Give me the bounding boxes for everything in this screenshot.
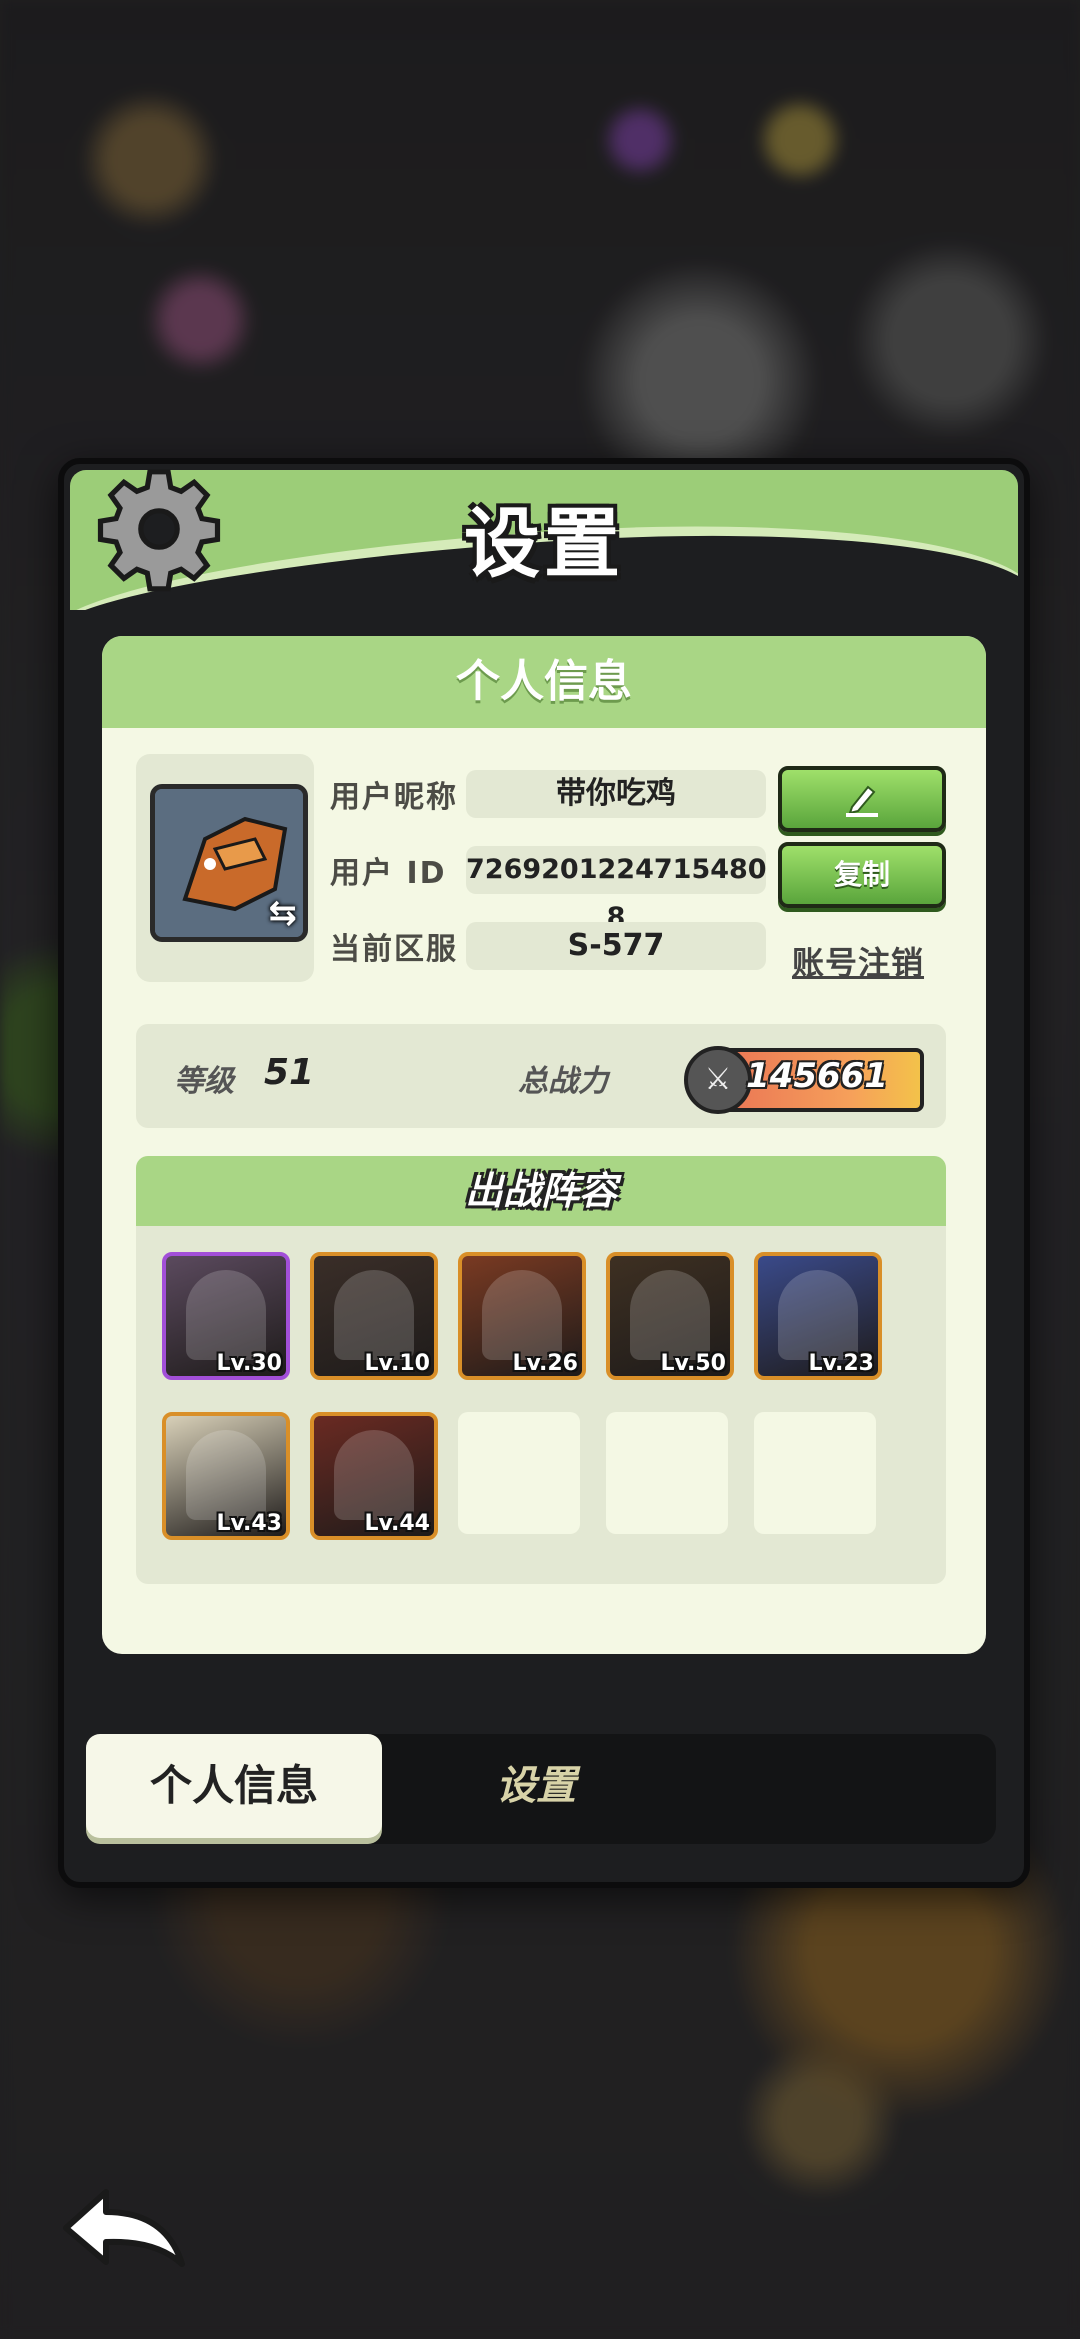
hero-level: Lv.26 [512, 1351, 578, 1376]
level-label: 等级 [174, 1064, 234, 1099]
settings-modal: 设置 个人信息 ⇆ 用户昵称 带你吃鸡 用户 ID 72692012247154… [58, 458, 1030, 1888]
personal-info-panel: 个人信息 ⇆ 用户昵称 带你吃鸡 用户 ID 7269201224715480​… [102, 636, 986, 1654]
modal-title: 设置 [464, 499, 624, 588]
tab-settings[interactable]: 设置 [386, 1734, 686, 1838]
edit-nickname-button[interactable] [778, 766, 946, 832]
hero-slot[interactable]: Lv.50 [606, 1252, 734, 1380]
battle-lineup: 出战阵容 Lv.30 Lv.10 Lv.26 Lv.50 Lv.23 Lv.43 Lv.44 [136, 1156, 946, 1584]
nickname-label: 用户昵称 [330, 780, 458, 815]
power-badge: ⚔ 145661 [684, 1046, 924, 1114]
empty-hero-slot[interactable] [754, 1412, 876, 1534]
hero-level: Lv.44 [364, 1511, 430, 1536]
nickname-value: 带你吃鸡 [466, 770, 766, 818]
hero-portrait [482, 1270, 562, 1360]
id-value: 7269201224715480​8 [466, 846, 767, 933]
hero-portrait [630, 1270, 710, 1360]
tab-personal-info[interactable]: 个人信息 [86, 1734, 382, 1838]
hero-portrait [334, 1430, 414, 1520]
hero-portrait [186, 1430, 266, 1520]
hero-level: Lv.50 [660, 1351, 726, 1376]
pencil-icon [846, 785, 878, 817]
profile-card: ⇆ [136, 754, 314, 982]
lineup-header: 出战阵容 [136, 1156, 946, 1226]
hero-slot[interactable]: Lv.44 [310, 1412, 438, 1540]
hero-portrait [778, 1270, 858, 1360]
hero-portrait [186, 1270, 266, 1360]
id-label: 用户 ID [330, 856, 447, 891]
hero-slot[interactable]: Lv.23 [754, 1252, 882, 1380]
hero-level: Lv.30 [216, 1351, 282, 1376]
hero-portrait [334, 1270, 414, 1360]
server-value: S-577 [466, 922, 766, 970]
tab-bar: 个人信息 设置 [86, 1734, 996, 1844]
hero-slot[interactable]: Lv.30 [162, 1252, 290, 1380]
copy-button[interactable]: 复制 [778, 842, 946, 908]
empty-hero-slot[interactable] [458, 1412, 580, 1534]
avatar[interactable]: ⇆ [150, 784, 308, 942]
account-cancel-link[interactable]: 账号注销 [792, 938, 924, 984]
swap-icon[interactable]: ⇆ [269, 893, 298, 933]
hero-slot[interactable]: Lv.26 [458, 1252, 586, 1380]
crossed-swords-icon: ⚔ [684, 1046, 752, 1114]
server-label: 当前区服 [330, 932, 458, 967]
back-arrow-icon[interactable] [56, 2178, 196, 2278]
level-value: 51 [264, 1052, 315, 1093]
power-label: 总战力 [518, 1064, 608, 1099]
panel-header: 个人信息 [102, 636, 986, 728]
empty-hero-slot[interactable] [606, 1412, 728, 1534]
hero-slot[interactable]: Lv.10 [310, 1252, 438, 1380]
hero-level: Lv.10 [364, 1351, 430, 1376]
hero-level: Lv.23 [808, 1351, 874, 1376]
hero-slot[interactable]: Lv.43 [162, 1412, 290, 1540]
hero-level: Lv.43 [216, 1511, 282, 1536]
power-value: 145661 [746, 1056, 888, 1096]
stats-bar: 等级 51 总战力 ⚔ 145661 [136, 1024, 946, 1128]
